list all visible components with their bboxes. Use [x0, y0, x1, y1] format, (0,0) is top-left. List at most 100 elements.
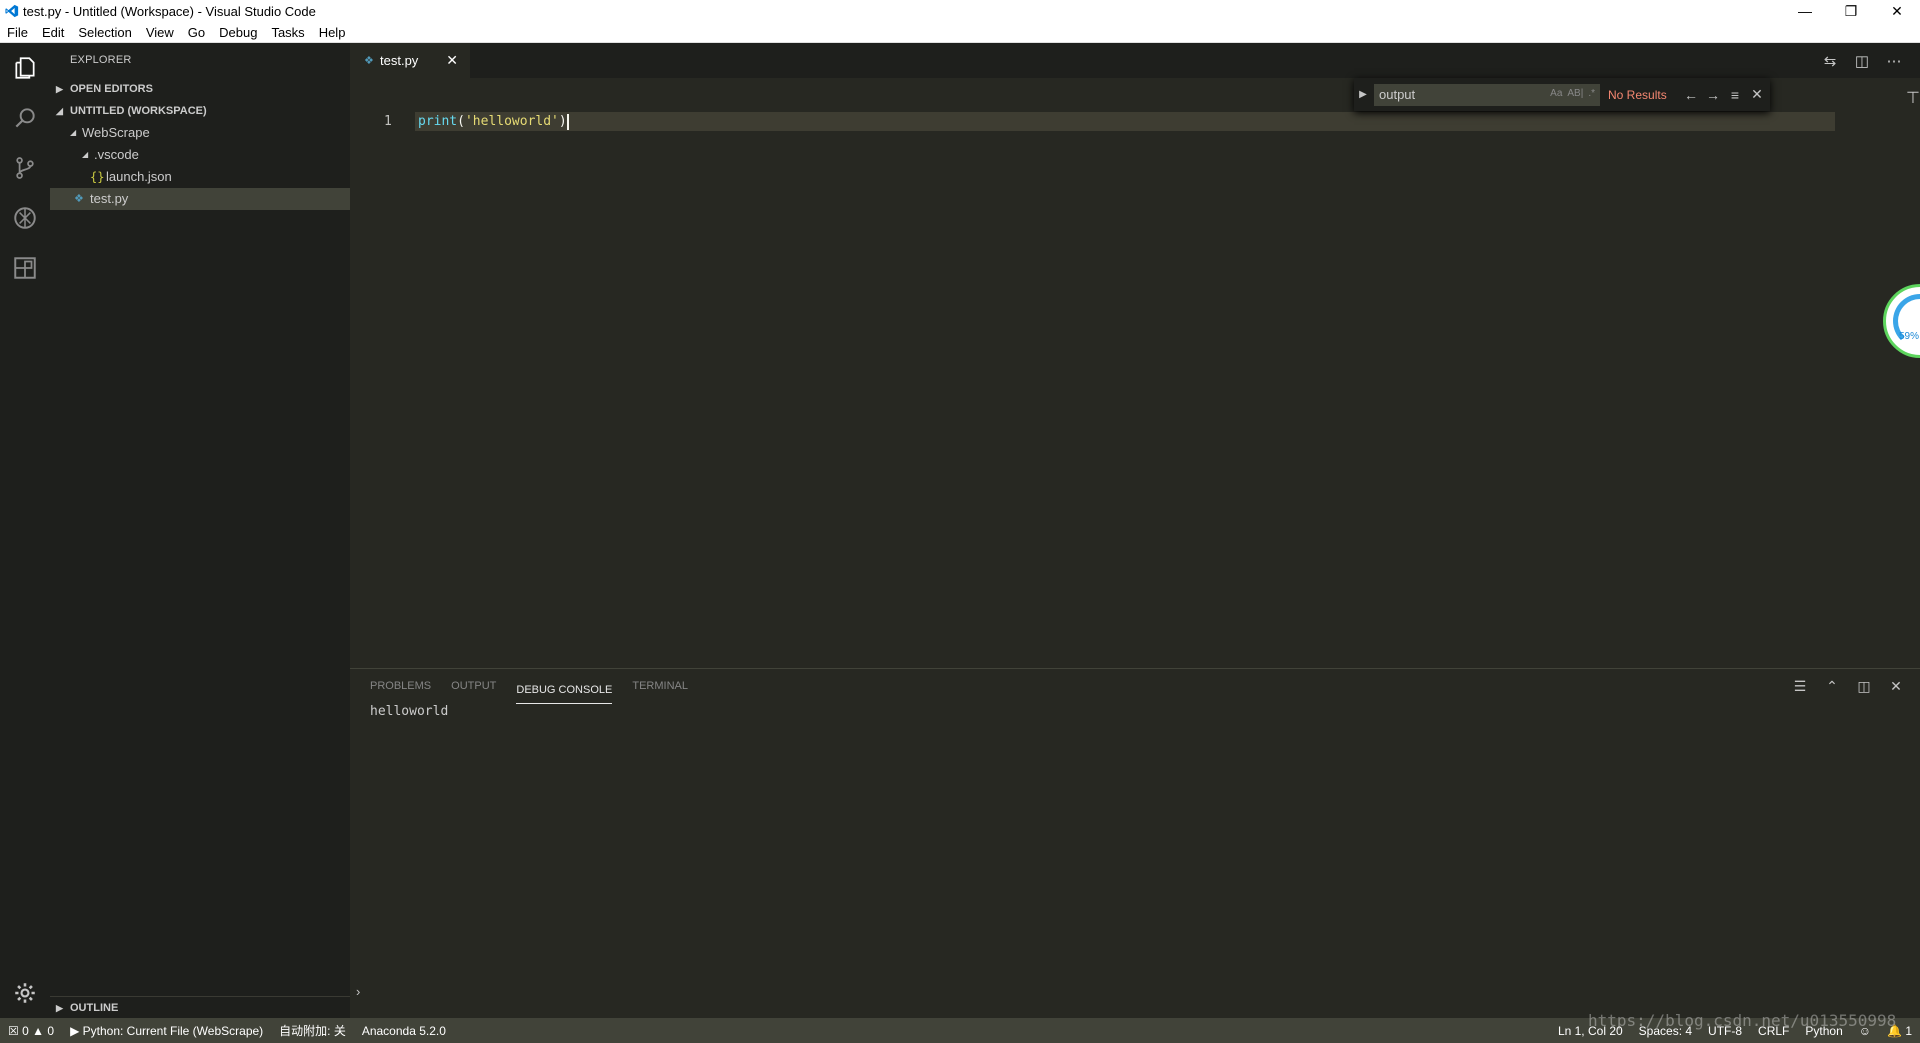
menu-help[interactable]: Help — [312, 25, 353, 40]
regex-toggle[interactable]: .* — [1588, 88, 1595, 99]
outline-section: ▶ OUTLINE — [50, 996, 350, 1018]
menu-edit[interactable]: Edit — [35, 25, 71, 40]
title-bar: test.py - Untitled (Workspace) - Visual … — [0, 0, 1920, 22]
current-line-highlight — [415, 112, 1835, 131]
tree-file-label: test.py — [90, 191, 129, 206]
code-editor[interactable]: 1 print('helloworld') ▶ output Aa AB| .*… — [350, 78, 1920, 668]
find-input[interactable]: output Aa AB| .* — [1374, 83, 1600, 106]
menu-view[interactable]: View — [139, 25, 181, 40]
interpreter-status[interactable]: Anaconda 5.2.0 — [354, 1024, 454, 1038]
menu-go[interactable]: Go — [181, 25, 212, 40]
tree-file-test-py[interactable]: ❖ test.py — [50, 188, 350, 210]
folder-expanded-icon: ◢ — [70, 128, 77, 137]
tab-test-py[interactable]: ❖ test.py ✕ — [350, 43, 470, 78]
manage-activity[interactable] — [0, 968, 50, 1018]
warning-icon: ▲ — [32, 1023, 45, 1038]
text-cursor — [566, 113, 569, 130]
more-actions-icon[interactable]: ⋯ — [1878, 52, 1910, 70]
close-find-icon[interactable]: ✕ — [1746, 86, 1768, 103]
menu-file[interactable]: File — [0, 25, 35, 40]
chevron-right-icon: ▶ — [56, 1003, 63, 1013]
tree-folder-label: WebScrape — [82, 125, 150, 140]
tab-debug-console[interactable]: DEBUG CONSOLE — [516, 676, 613, 704]
debug-config-status[interactable]: ▶ Python: Current File (WebScrape) — [62, 1024, 271, 1038]
console-input-chevron-icon[interactable]: › — [350, 981, 370, 1003]
tab-problems[interactable]: PROBLEMS — [370, 669, 431, 704]
close-panel-icon[interactable]: ✕ — [1880, 678, 1912, 695]
match-case-toggle[interactable]: Aa — [1550, 88, 1562, 99]
extensions-activity[interactable] — [0, 243, 50, 293]
problems-status[interactable]: ☒ 0 ▲ 0 — [0, 1024, 62, 1038]
tree-file-launch-json[interactable]: {} launch.json — [50, 166, 350, 188]
maximize-panel-icon[interactable]: ⌃ — [1816, 678, 1848, 695]
files-icon — [15, 57, 35, 79]
panel-tabs: PROBLEMS OUTPUT DEBUG CONSOLE TERMINAL — [370, 669, 708, 704]
git-branch-icon — [16, 157, 34, 179]
menu-selection[interactable]: Selection — [71, 25, 138, 40]
next-match-icon[interactable]: → — [1702, 87, 1724, 103]
window-controls: — ❐ ✕ — [1782, 0, 1920, 22]
menu-debug[interactable]: Debug — [212, 25, 264, 40]
whole-word-toggle[interactable]: AB| — [1567, 88, 1583, 99]
outline-label: OUTLINE — [70, 1002, 119, 1014]
vscode-logo-icon — [5, 4, 19, 18]
watermark: https://blog.csdn.net/u013550998 — [1588, 1011, 1897, 1030]
find-query: output — [1379, 87, 1416, 102]
close-window-button[interactable]: ✕ — [1874, 0, 1920, 22]
gear-icon — [15, 983, 35, 1003]
python-file-icon: ❖ — [74, 193, 84, 205]
activity-bar — [0, 43, 50, 1018]
code-line[interactable]: print('helloworld') — [418, 112, 569, 131]
editor-actions: ⇆ ◫ ⋯ — [1814, 43, 1910, 78]
warning-count: 0 — [47, 1023, 55, 1038]
close-tab-icon[interactable]: ✕ — [446, 52, 458, 69]
window-title: test.py - Untitled (Workspace) - Visual … — [23, 3, 316, 19]
notification-count: 1 — [1905, 1023, 1912, 1038]
sidebar-title: EXPLORER — [70, 54, 132, 66]
tree-folder-webscrape[interactable]: ◢ WebScrape — [50, 122, 350, 144]
workspace-section[interactable]: ◢ UNTITLED (WORKSPACE) — [50, 100, 350, 122]
json-file-icon: {} — [90, 170, 105, 184]
error-icon: ☒ — [8, 1023, 19, 1038]
find-in-selection-icon[interactable]: ≡ — [1724, 87, 1746, 103]
tree-folder-label: .vscode — [94, 147, 139, 162]
chevron-down-icon: ◢ — [56, 106, 63, 116]
tab-label: test.py — [380, 53, 419, 68]
panel-actions: ☰ ⌃ ◫ ✕ — [1784, 669, 1912, 704]
outline-header[interactable]: ▶ OUTLINE — [50, 997, 350, 1019]
speed-percent: 59% — [1899, 331, 1920, 342]
debug-icon — [14, 207, 36, 229]
open-editors-label: OPEN EDITORS — [70, 83, 153, 95]
tab-terminal[interactable]: TERMINAL — [632, 669, 688, 704]
tree-folder-vscode[interactable]: ◢ .vscode — [50, 144, 350, 166]
line-number: 1 — [384, 114, 392, 129]
toggle-replace-icon[interactable]: ▶ — [1354, 89, 1372, 100]
search-icon — [15, 108, 35, 128]
open-editors-section[interactable]: ▶ OPEN EDITORS — [50, 78, 350, 100]
explorer-activity[interactable] — [0, 43, 50, 93]
bottom-panel: PROBLEMS OUTPUT DEBUG CONSOLE TERMINAL ☰… — [350, 668, 1920, 1003]
restore-button[interactable]: ❐ — [1828, 0, 1874, 22]
vscode-window: test.py - Untitled (Workspace) - Visual … — [0, 0, 1920, 1043]
search-activity[interactable] — [0, 93, 50, 143]
editor-tabs: ❖ test.py ✕ ⇆ ◫ ⋯ — [350, 43, 1920, 78]
split-editor-icon[interactable]: ◫ — [1846, 52, 1878, 70]
workspace-label: UNTITLED (WORKSPACE) — [70, 105, 207, 117]
python-file-icon: ❖ — [364, 55, 374, 67]
debug-config-label: Python: Current File (WebScrape) — [82, 1023, 264, 1038]
source-control-activity[interactable] — [0, 143, 50, 193]
error-count: 0 — [22, 1023, 29, 1038]
code-function: print — [418, 114, 458, 129]
folder-expanded-icon: ◢ — [82, 150, 89, 159]
debug-console-output: helloworld — [370, 704, 449, 719]
debug-activity[interactable] — [0, 193, 50, 243]
minimize-button[interactable]: — — [1782, 0, 1828, 22]
menu-tasks[interactable]: Tasks — [264, 25, 311, 40]
auto-attach-status[interactable]: 自动附加: 关 — [271, 1022, 354, 1039]
code-paren-close: ) — [558, 114, 567, 129]
tab-output[interactable]: OUTPUT — [451, 669, 496, 704]
clear-console-icon[interactable]: ☰ — [1784, 678, 1816, 695]
previous-match-icon[interactable]: ← — [1680, 87, 1702, 103]
open-changes-icon[interactable]: ⇆ — [1814, 52, 1846, 70]
toggle-panel-position-icon[interactable]: ◫ — [1848, 678, 1880, 695]
